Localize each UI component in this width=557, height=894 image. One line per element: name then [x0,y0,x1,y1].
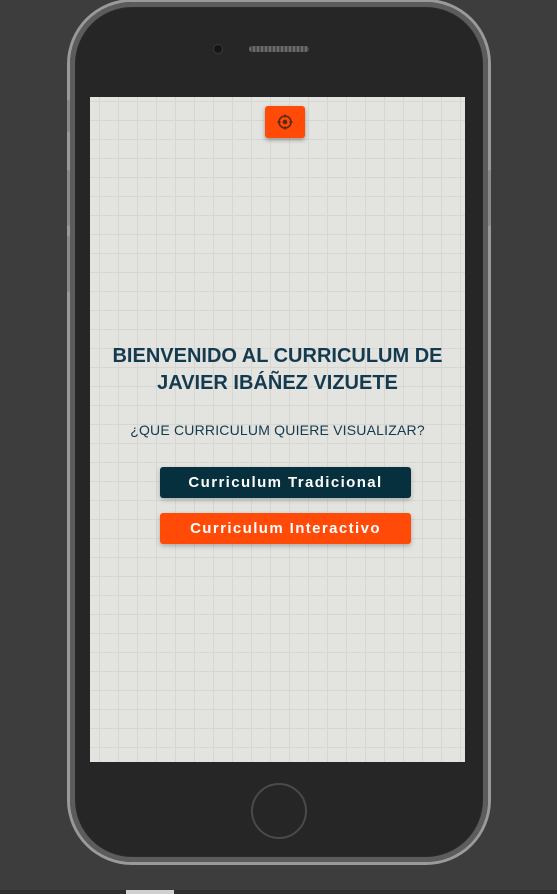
bottom-strip [0,890,557,894]
home-button[interactable] [251,783,307,839]
viewport-background: BIENVENIDO AL CURRICULUM DE JAVIER IBÁÑE… [0,0,557,894]
earpiece-speaker [249,46,309,52]
phone-mute-switch [67,100,70,132]
traditional-cv-button[interactable]: Curriculum Tradicional [160,467,411,498]
phone-volume-down [67,236,70,292]
phone-screen: BIENVENIDO AL CURRICULUM DE JAVIER IBÁÑE… [90,97,465,762]
settings-button[interactable] [265,106,305,138]
phone-power-button [488,170,491,226]
question-text: ¿QUE CURRICULUM QUIERE VISUALIZAR? [130,422,425,438]
front-camera [214,45,222,53]
gear-icon [277,114,293,130]
welcome-title: BIENVENIDO AL CURRICULUM DE JAVIER IBÁÑE… [112,345,443,394]
phone-volume-up [67,170,70,226]
bottom-tab-indicator [126,890,174,894]
interactive-cv-button[interactable]: Curriculum Interactivo [160,513,411,544]
